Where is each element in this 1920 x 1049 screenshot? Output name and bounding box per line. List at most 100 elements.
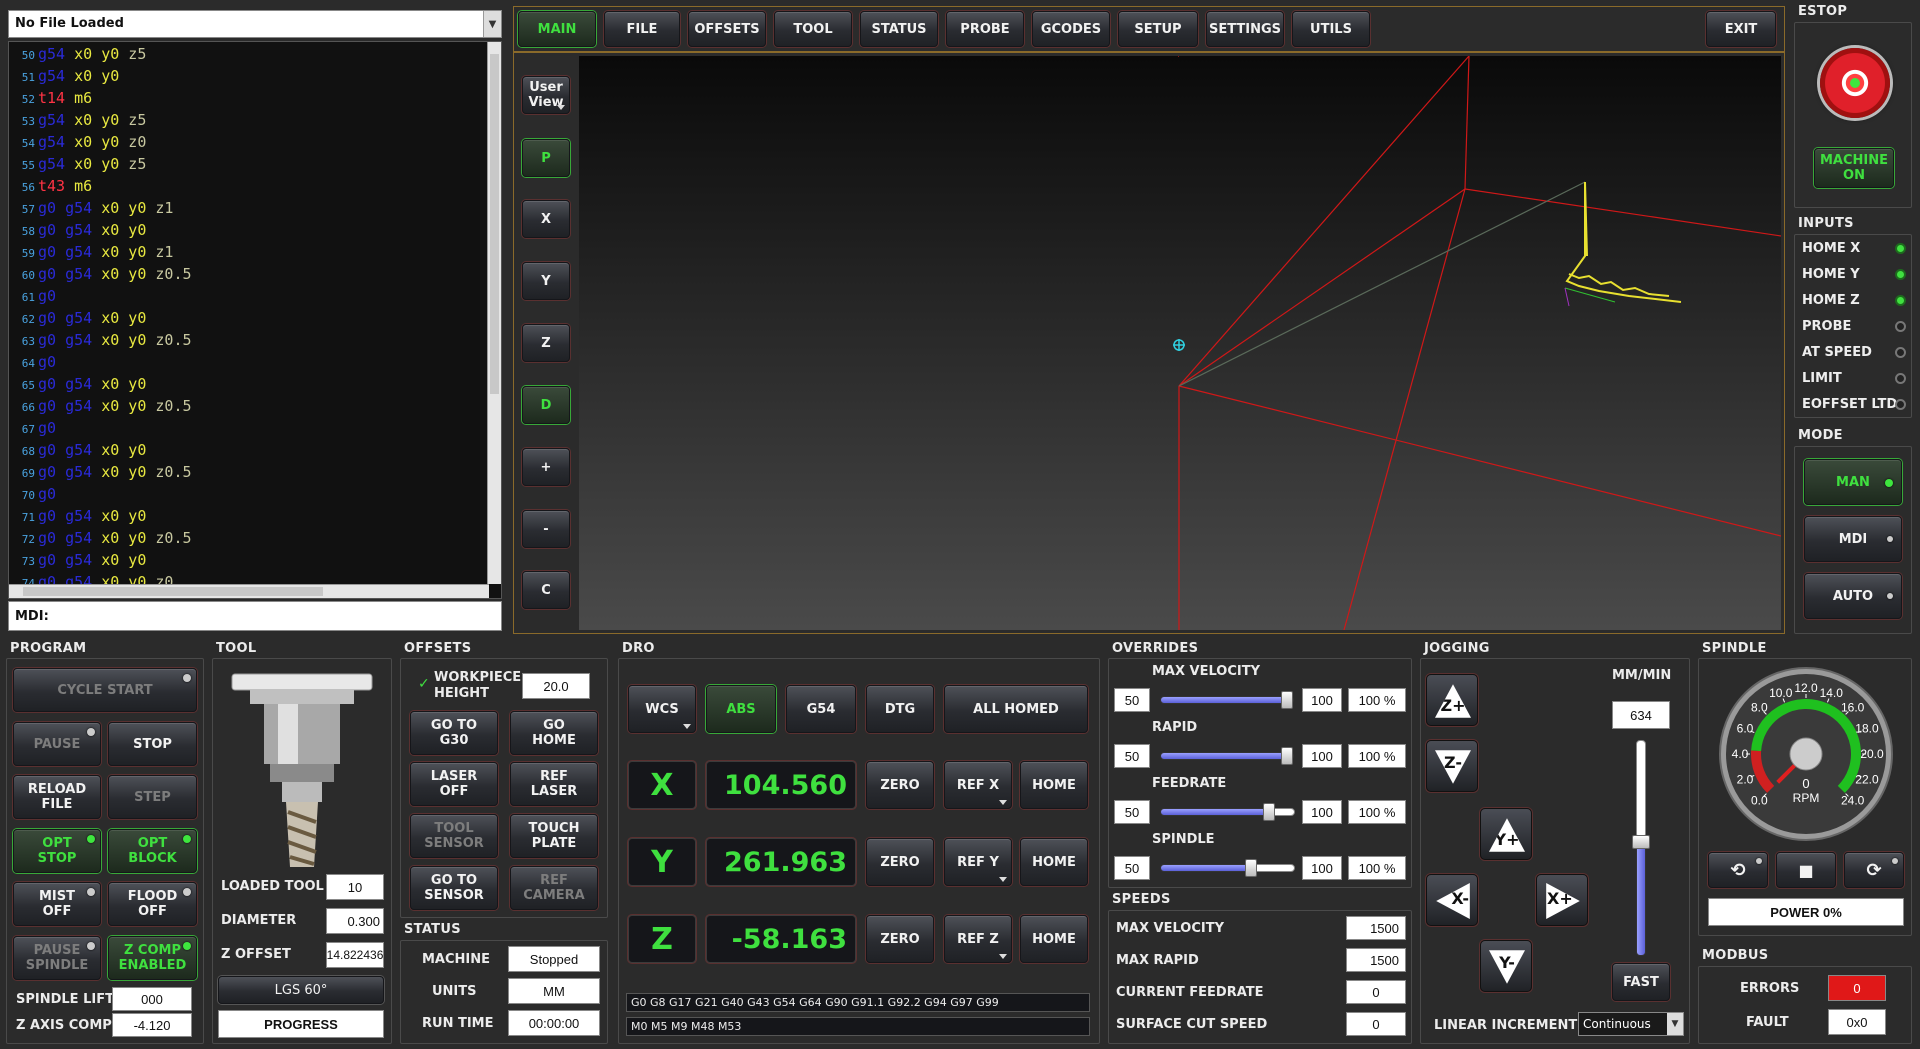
gcode-line[interactable]: 67 g0 (11, 418, 192, 440)
gcode-line[interactable]: 61 g0 (11, 286, 192, 308)
ref-y-button[interactable]: REF Y (944, 838, 1012, 886)
tab-probe[interactable]: PROBE (946, 11, 1024, 47)
zoffset-field[interactable]: 14.822436 (326, 942, 384, 968)
jog-xplus-button[interactable]: X+ (1536, 874, 1588, 926)
tab-settings[interactable]: SETTINGS (1206, 11, 1284, 47)
home-z-button[interactable]: HOME (1020, 915, 1088, 963)
flood-button[interactable]: FLOOD OFF (108, 882, 197, 926)
mode-mdi-button[interactable]: MDI (1804, 516, 1902, 562)
jog-rate-slider[interactable] (1632, 740, 1650, 956)
tab-main[interactable]: MAIN (518, 11, 596, 47)
stop-button[interactable]: STOP (108, 722, 197, 766)
home-x-button[interactable]: HOME (1020, 761, 1088, 809)
gcode-line[interactable]: 57 g0 g54 x0 y0 z1 (11, 198, 192, 220)
tab-utils[interactable]: UTILS (1292, 11, 1370, 47)
override-slider[interactable] (1160, 803, 1295, 821)
file-selector[interactable]: No File Loaded ▼ (8, 10, 502, 38)
gcode-line[interactable]: 73 g0 g54 x0 y0 (11, 550, 192, 572)
user-view-button[interactable]: User View (522, 76, 570, 114)
override-slider-knob[interactable] (1281, 747, 1293, 765)
jog-rate-slider-knob[interactable] (1632, 835, 1650, 849)
jog-fast-button[interactable]: FAST (1612, 963, 1670, 1001)
gcode-line[interactable]: 53 g54 x0 y0 z5 (11, 110, 192, 132)
gcode-line[interactable]: 55 g54 x0 y0 z5 (11, 154, 192, 176)
workpiece-check-icon[interactable]: ✓ (418, 676, 430, 692)
gcode-scrollbar-vertical[interactable] (487, 42, 501, 584)
jog-rate-field[interactable]: 634 (1612, 701, 1670, 729)
diameter-field[interactable]: 0.300 (326, 908, 384, 934)
gcode-line[interactable]: 70 g0 (11, 484, 192, 506)
spindle-cw-button[interactable]: ⟳ (1844, 852, 1904, 888)
all-homed-button[interactable]: ALL HOMED (944, 685, 1088, 733)
override-slider[interactable] (1160, 691, 1294, 709)
z-zero-button[interactable]: ZERO (866, 915, 934, 963)
gcode-line[interactable]: 62 g0 g54 x0 y0 (11, 308, 192, 330)
toolpath-canvas[interactable] (579, 56, 1781, 630)
workpiece-height-field[interactable]: 20.0 (522, 673, 590, 699)
wcs-button[interactable]: WCS (628, 685, 696, 733)
jog-xminus-button[interactable]: X- (1426, 874, 1478, 926)
override-slider-knob[interactable] (1281, 691, 1293, 709)
dtg-button[interactable]: DTG (866, 685, 934, 733)
g54-button[interactable]: G54 (786, 685, 856, 733)
tool-sensor-button[interactable]: TOOL SENSOR (410, 814, 498, 858)
tab-tool[interactable]: TOOL (774, 11, 852, 47)
gcode-view[interactable]: 50 g54 x0 y0 z5 51 g54 x0 y0 52 t14 m6 53 g54 x… (8, 41, 502, 599)
jog-zminus-button[interactable]: Z- (1426, 740, 1478, 792)
view-z-button[interactable]: Z (522, 324, 570, 362)
gcode-line[interactable]: 68 g0 g54 x0 y0 (11, 440, 192, 462)
override-slider-knob[interactable] (1245, 859, 1257, 877)
gcode-line[interactable]: 60 g0 g54 x0 y0 z0.5 (11, 264, 192, 286)
laser-off-button[interactable]: LASER OFF (410, 762, 498, 806)
jog-yplus-button[interactable]: Y+ (1480, 808, 1532, 860)
jog-zplus-button[interactable]: Z+ (1426, 674, 1478, 726)
opt-block-button[interactable]: OPT BLOCK (108, 829, 197, 873)
pause-spindle-button[interactable]: PAUSE SPINDLE (13, 936, 101, 980)
zoom-out-button[interactable]: - (522, 510, 570, 548)
tab-gcodes[interactable]: GCODES (1032, 11, 1110, 47)
gcode-line[interactable]: 50 g54 x0 y0 z5 (11, 44, 192, 66)
gcode-line[interactable]: 71 g0 g54 x0 y0 (11, 506, 192, 528)
abs-button[interactable]: ABS (706, 685, 776, 733)
spindle-ccw-button[interactable]: ⟲ (1708, 852, 1768, 888)
gcode-line[interactable]: 56 t43 m6 (11, 176, 192, 198)
gcode-line[interactable]: 59 g0 g54 x0 y0 z1 (11, 242, 192, 264)
ref-camera-button[interactable]: REF CAMERA (510, 866, 598, 910)
mdi-input[interactable]: MDI: (8, 601, 502, 631)
zcomp-button[interactable]: Z COMP ENABLED (108, 936, 197, 980)
spindle-stop-button[interactable]: ■ (1776, 852, 1836, 888)
gcode-scrollbar-horizontal[interactable] (9, 584, 489, 598)
ref-laser-button[interactable]: REF LASER (510, 762, 598, 806)
spindle-lift-field[interactable]: 000 (112, 987, 192, 1011)
view-y-button[interactable]: Y (522, 262, 570, 300)
tab-setup[interactable]: SETUP (1118, 11, 1198, 47)
override-slider-knob[interactable] (1263, 803, 1275, 821)
ref-x-button[interactable]: REF X (944, 761, 1012, 809)
gcode-line[interactable]: 63 g0 g54 x0 y0 z0.5 (11, 330, 192, 352)
pause-button[interactable]: PAUSE (13, 722, 101, 766)
linear-increment-select[interactable]: Continuous ▼ (1578, 1012, 1684, 1036)
mode-auto-button[interactable]: AUTO (1804, 573, 1902, 619)
tab-status[interactable]: STATUS (860, 11, 938, 47)
clear-view-button[interactable]: C (522, 571, 570, 609)
gcode-line[interactable]: 52 t14 m6 (11, 88, 192, 110)
gcode-line[interactable]: 54 g54 x0 y0 z0 (11, 132, 192, 154)
tab-offsets[interactable]: OFFSETS (688, 11, 766, 47)
tab-file[interactable]: FILE (604, 11, 680, 47)
goto-sensor-button[interactable]: GO TO SENSOR (410, 866, 498, 910)
touch-plate-button[interactable]: TOUCH PLATE (510, 814, 598, 858)
x-zero-button[interactable]: ZERO (866, 761, 934, 809)
exit-button[interactable]: EXIT (1706, 11, 1776, 47)
zaxis-comp-field[interactable]: -4.120 (112, 1013, 192, 1037)
machine-on-button[interactable]: MACHINE ON (1814, 148, 1894, 188)
gcode-line[interactable]: 51 g54 x0 y0 (11, 66, 192, 88)
reload-file-button[interactable]: RELOAD FILE (13, 775, 101, 819)
step-button[interactable]: STEP (108, 775, 197, 819)
y-zero-button[interactable]: ZERO (866, 838, 934, 886)
estop-button[interactable] (1820, 48, 1890, 118)
view-d-button[interactable]: D (522, 386, 570, 424)
gcode-line[interactable]: 58 g0 g54 x0 y0 (11, 220, 192, 242)
home-y-button[interactable]: HOME (1020, 838, 1088, 886)
zoom-in-button[interactable]: + (522, 448, 570, 486)
view-p-button[interactable]: P (522, 139, 570, 177)
